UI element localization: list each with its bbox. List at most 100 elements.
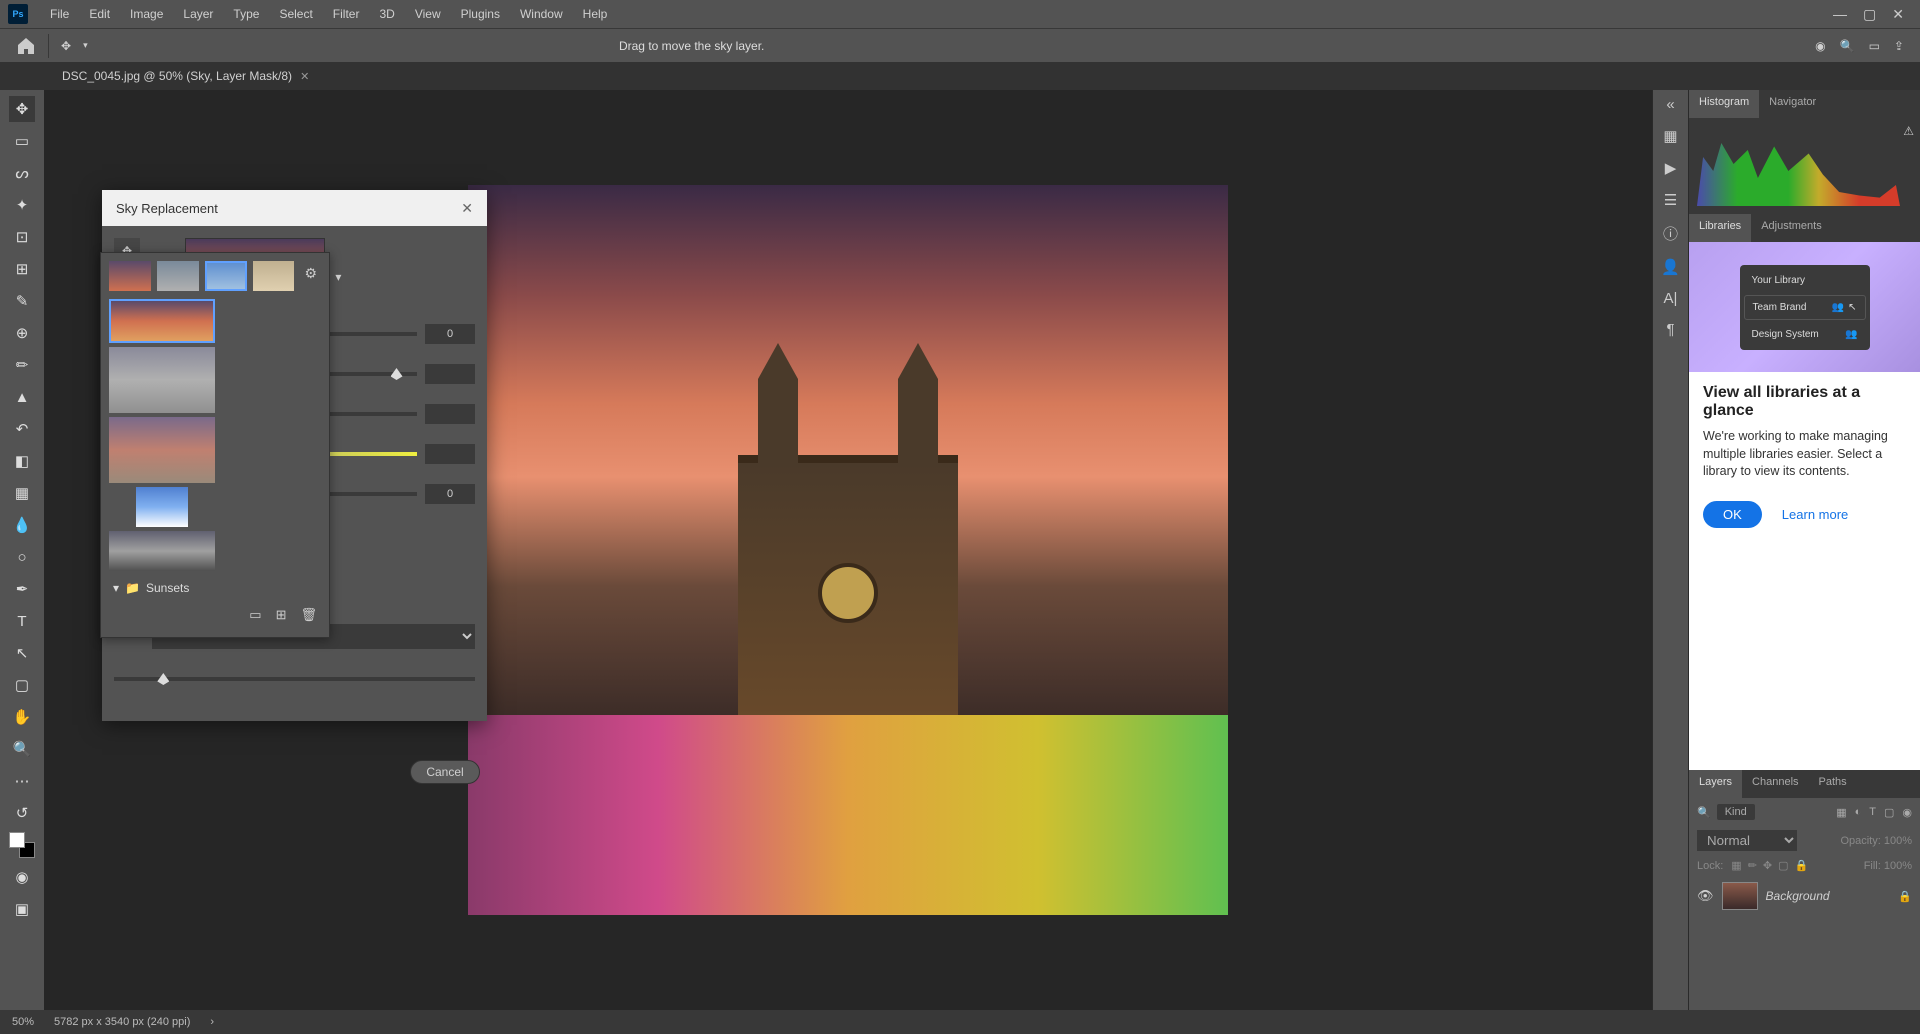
screenmode-icon[interactable]: ▣ — [9, 896, 35, 922]
preset-large-5[interactable] — [109, 531, 215, 571]
frame-tool[interactable]: ⊞ — [9, 256, 35, 282]
minimize-icon[interactable]: — — [1833, 6, 1847, 23]
sliders-icon[interactable]: ☰ — [1664, 191, 1677, 209]
eraser-tool[interactable]: ◧ — [9, 448, 35, 474]
tab-histogram[interactable]: Histogram — [1689, 90, 1759, 118]
home-icon[interactable] — [16, 37, 36, 55]
menu-edit[interactable]: Edit — [79, 3, 120, 25]
search-icon[interactable]: 🔍 — [1840, 39, 1855, 53]
tab-libraries[interactable]: Libraries — [1689, 214, 1751, 242]
panel-icon-1[interactable]: ▦ — [1663, 127, 1677, 145]
eyedropper-tool[interactable]: ✎ — [9, 288, 35, 314]
menu-layer[interactable]: Layer — [173, 3, 223, 25]
marquee-tool[interactable]: ▭ — [9, 128, 35, 154]
history-brush-tool[interactable]: ↶ — [9, 416, 35, 442]
type-tool[interactable]: T — [9, 608, 35, 634]
preset-thumb-2[interactable] — [157, 261, 199, 291]
collapse-icon[interactable]: « — [1666, 96, 1674, 113]
slider-temp-value[interactable] — [425, 444, 475, 464]
preset-thumb-3[interactable] — [205, 261, 247, 291]
blur-tool[interactable]: 💧 — [9, 512, 35, 538]
cancel-button[interactable]: Cancel — [410, 760, 480, 784]
close-dialog-icon[interactable]: ✕ — [461, 200, 473, 217]
cloud-user-icon[interactable]: ◉ — [1815, 39, 1825, 53]
document-tab[interactable]: DSC_0045.jpg @ 50% (Sky, Layer Mask/8) ✕ — [50, 65, 321, 87]
slider-1-value[interactable]: 0 — [425, 324, 475, 344]
lock-transparent-icon[interactable]: ▦ — [1731, 859, 1741, 872]
quickmask-icon[interactable]: ◉ — [9, 864, 35, 890]
pen-tool[interactable]: ✒ — [9, 576, 35, 602]
edit-toolbar[interactable]: ↺ — [9, 800, 35, 826]
filter-smart-icon[interactable]: ◉ — [1902, 806, 1912, 819]
menu-select[interactable]: Select — [269, 3, 322, 25]
bottom-slider[interactable] — [114, 677, 475, 681]
tab-navigator[interactable]: Navigator — [1759, 90, 1826, 118]
tab-layers[interactable]: Layers — [1689, 770, 1742, 798]
menu-view[interactable]: View — [405, 3, 451, 25]
tab-paths[interactable]: Paths — [1809, 770, 1857, 798]
lock-all-icon[interactable]: 🔒 — [1795, 859, 1809, 872]
workspace-icon[interactable]: ▭ — [1869, 39, 1880, 53]
filter-type-icon[interactable]: T — [1869, 806, 1876, 819]
menu-plugins[interactable]: Plugins — [451, 3, 510, 25]
tab-adjustments[interactable]: Adjustments — [1751, 214, 1832, 242]
filter-pixel-icon[interactable]: ▦ — [1836, 806, 1846, 819]
menu-type[interactable]: Type — [223, 3, 269, 25]
crop-tool[interactable]: ⊡ — [9, 224, 35, 250]
color-swatches[interactable] — [9, 832, 35, 858]
move-tool-icon[interactable]: ✥ — [61, 39, 71, 53]
lock-position-icon[interactable]: ✥ — [1763, 859, 1772, 872]
dropdown-icon[interactable]: ▾ — [83, 40, 88, 51]
opacity-value[interactable]: 100% — [1884, 835, 1912, 847]
heal-tool[interactable]: ⊕ — [9, 320, 35, 346]
menu-window[interactable]: Window — [510, 3, 573, 25]
new-preset-icon[interactable]: ⊞ — [276, 607, 287, 623]
slider-5-value[interactable]: 0 — [425, 484, 475, 504]
menu-image[interactable]: Image — [120, 3, 173, 25]
layer-thumbnail[interactable] — [1722, 882, 1758, 910]
preset-large-1[interactable] — [109, 299, 215, 343]
import-icon[interactable]: ▭ — [249, 607, 261, 623]
preset-large-2[interactable] — [109, 347, 215, 413]
learn-more-link[interactable]: Learn more — [1782, 507, 1848, 522]
more-tools[interactable]: ⋯ — [9, 768, 35, 794]
chevron-right-icon[interactable]: › — [210, 1016, 214, 1028]
slider-2-value[interactable] — [425, 364, 475, 384]
slider-3-value[interactable] — [425, 404, 475, 424]
paragraph-icon[interactable]: ¶ — [1666, 321, 1674, 338]
fill-value[interactable]: 100% — [1884, 860, 1912, 872]
preset-folder[interactable]: ▾ 📁 Sunsets — [109, 575, 321, 601]
zoom-level[interactable]: 50% — [12, 1016, 34, 1028]
stamp-tool[interactable]: ▲ — [9, 384, 35, 410]
close-window-icon[interactable]: ✕ — [1892, 6, 1904, 23]
maximize-icon[interactable]: ▢ — [1863, 6, 1876, 23]
warning-icon[interactable]: ⚠ — [1903, 124, 1914, 138]
lock-artboard-icon[interactable]: ▢ — [1778, 859, 1788, 872]
path-tool[interactable]: ↖ — [9, 640, 35, 666]
character-icon[interactable]: A| — [1664, 290, 1678, 307]
filter-adjust-icon[interactable]: ◐ — [1855, 806, 1862, 819]
visibility-icon[interactable]: 👁 — [1697, 888, 1714, 904]
menu-filter[interactable]: Filter — [323, 3, 370, 25]
dodge-tool[interactable]: ○ — [9, 544, 35, 570]
play-icon[interactable]: ▶ — [1665, 159, 1677, 177]
dialog-titlebar[interactable]: Sky Replacement ✕ — [102, 190, 487, 226]
layer-filter-kind[interactable]: Kind — [1717, 804, 1755, 820]
doc-info[interactable]: 5782 px x 3540 px (240 ppi) — [54, 1016, 190, 1028]
layer-name[interactable]: Background — [1766, 889, 1830, 903]
ok-button[interactable]: OK — [1703, 501, 1762, 528]
menu-3d[interactable]: 3D — [369, 3, 404, 25]
zoom-tool[interactable]: 🔍 — [9, 736, 35, 762]
lock-paint-icon[interactable]: ✏ — [1748, 859, 1757, 872]
move-tool[interactable]: ✥ — [9, 96, 35, 122]
tab-channels[interactable]: Channels — [1742, 770, 1808, 798]
gear-icon[interactable]: ⚙ — [300, 261, 321, 291]
preset-thumb-4[interactable] — [253, 261, 295, 291]
hand-tool[interactable]: ✋ — [9, 704, 35, 730]
delete-preset-icon[interactable]: 🗑 — [300, 607, 317, 623]
info-icon[interactable]: ⓘ — [1663, 223, 1678, 244]
filter-shape-icon[interactable]: ▢ — [1884, 806, 1894, 819]
user-icon[interactable]: 👤 — [1661, 258, 1680, 276]
share-icon[interactable]: ⇪ — [1894, 39, 1904, 53]
preset-thumb-1[interactable] — [109, 261, 151, 291]
